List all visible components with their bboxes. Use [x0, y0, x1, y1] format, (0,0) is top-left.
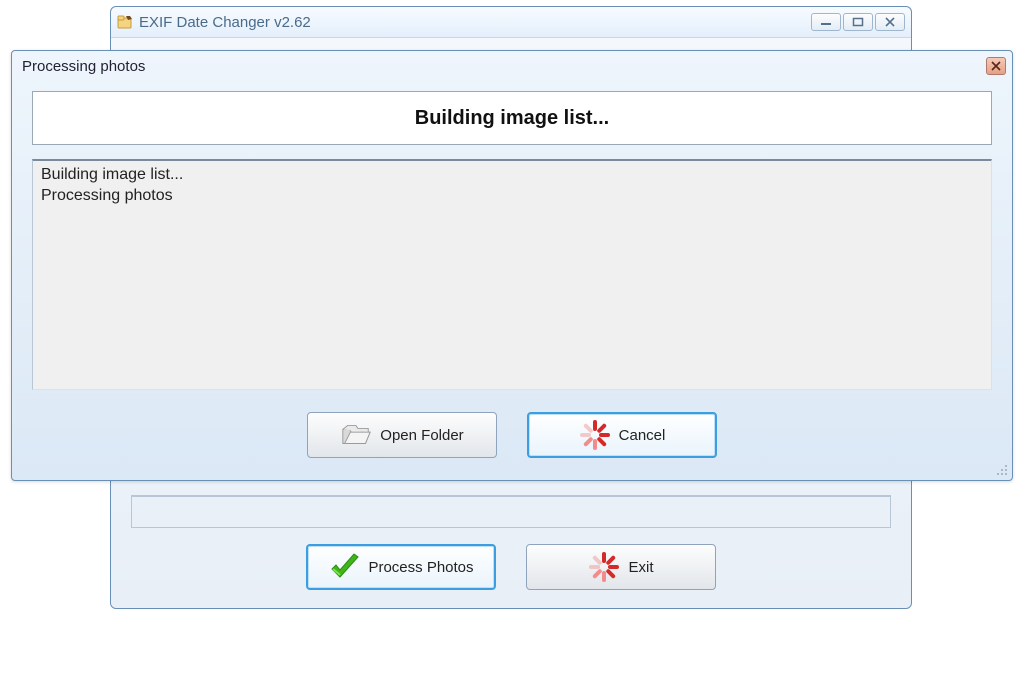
status-text: Building image list...: [415, 107, 609, 130]
loading-spinner-icon: [579, 419, 611, 451]
maximize-button[interactable]: [843, 13, 873, 31]
dialog-body: Building image list... Building image li…: [12, 79, 1012, 480]
loading-spinner-icon: [588, 551, 620, 583]
checkmark-icon: [328, 551, 360, 583]
main-titlebar[interactable]: EXIF Date Changer v2.62: [111, 7, 911, 38]
app-icon: [117, 14, 133, 30]
close-button[interactable]: [875, 13, 905, 31]
cancel-button[interactable]: Cancel: [527, 412, 717, 458]
exit-button[interactable]: Exit: [526, 544, 716, 590]
folder-open-icon: [340, 419, 372, 451]
open-folder-button[interactable]: Open Folder: [307, 412, 497, 458]
main-window-title: EXIF Date Changer v2.62: [139, 14, 811, 31]
open-folder-label: Open Folder: [380, 427, 463, 444]
dialog-title: Processing photos: [22, 58, 986, 75]
exit-label: Exit: [628, 559, 653, 576]
status-banner: Building image list...: [32, 91, 992, 145]
process-photos-label: Process Photos: [368, 559, 473, 576]
window-controls: [811, 13, 905, 31]
log-textbox[interactable]: Building image list... Processing photos: [32, 159, 992, 390]
main-button-row: Process Photos Exit: [111, 544, 911, 590]
minimize-button[interactable]: [811, 13, 841, 31]
dialog-close-button[interactable]: [986, 57, 1006, 75]
main-panel-strip: [131, 495, 891, 528]
dialog-button-row: Open Folder Cancel: [32, 412, 992, 458]
resize-grip[interactable]: [995, 463, 1009, 477]
dialog-titlebar[interactable]: Processing photos: [12, 51, 1012, 79]
process-photos-button[interactable]: Process Photos: [306, 544, 496, 590]
cancel-label: Cancel: [619, 427, 666, 444]
processing-dialog: Processing photos Building image list...…: [11, 50, 1013, 481]
